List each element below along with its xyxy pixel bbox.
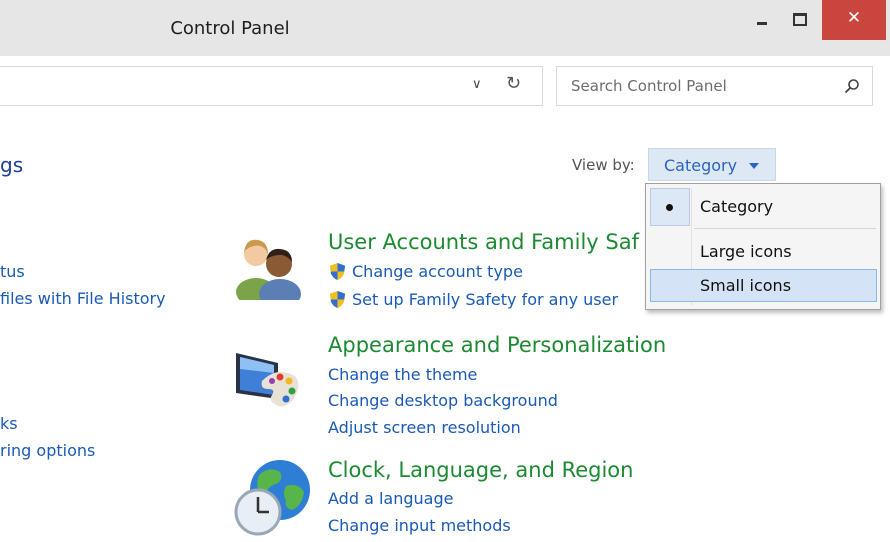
view-by-value: Category <box>664 156 738 175</box>
window-title: Control Panel <box>170 18 290 39</box>
maximize-icon <box>793 13 807 26</box>
left-link-3[interactable]: ks <box>0 414 18 433</box>
refresh-icon[interactable]: ↻ <box>506 73 521 94</box>
search-input[interactable]: Search Control Panel <box>556 66 873 106</box>
minimize-icon <box>757 22 767 25</box>
search-icon[interactable] <box>844 78 860 94</box>
category-title-clock-language[interactable]: Clock, Language, and Region <box>328 458 633 482</box>
menu-item-category[interactable]: Category <box>700 197 773 216</box>
left-link-2[interactable]: files with File History <box>0 289 166 308</box>
left-link-1[interactable]: tus <box>0 262 25 281</box>
view-by-label: View by: <box>572 156 635 174</box>
menu-divider <box>694 228 876 229</box>
link-family-safety[interactable]: Set up Family Safety for any user <box>352 290 618 309</box>
shield-icon <box>329 290 346 309</box>
caret-down-icon <box>749 163 759 169</box>
left-link-4[interactable]: ring options <box>0 441 95 460</box>
close-icon: ✕ <box>846 8 862 28</box>
maximize-button[interactable] <box>780 0 818 42</box>
menu-item-large-icons[interactable]: Large icons <box>700 242 792 261</box>
view-by-select[interactable]: Category <box>648 148 776 181</box>
globe-clock-icon <box>234 460 310 536</box>
monitor-palette-icon <box>236 353 299 407</box>
chevron-down-icon[interactable]: ∨ <box>472 77 482 92</box>
link-adjust-resolution[interactable]: Adjust screen resolution <box>328 418 521 437</box>
search-placeholder: Search Control Panel <box>571 77 727 95</box>
close-button[interactable]: ✕ <box>822 0 886 40</box>
title-bar: Control Panel ✕ <box>0 0 890 56</box>
link-change-account-type[interactable]: Change account type <box>352 262 523 281</box>
bullet-icon <box>666 204 673 211</box>
minimize-button[interactable] <box>744 0 780 42</box>
link-add-language[interactable]: Add a language <box>328 489 453 508</box>
menu-item-small-icons[interactable]: Small icons <box>700 276 791 295</box>
link-change-input-methods[interactable]: Change input methods <box>328 516 511 535</box>
radio-check-indicator <box>650 188 690 226</box>
view-by-dropdown-menu: Category Large icons Small icons <box>645 183 881 310</box>
shield-icon <box>329 262 346 281</box>
category-title-appearance[interactable]: Appearance and Personalization <box>328 333 666 357</box>
link-change-desktop-background[interactable]: Change desktop background <box>328 391 558 410</box>
link-change-theme[interactable]: Change the theme <box>328 365 477 384</box>
address-bar[interactable]: ∨ ↻ <box>0 66 543 106</box>
users-icon <box>236 239 301 300</box>
page-heading-partial: gs <box>0 153 24 177</box>
category-title-user-accounts[interactable]: User Accounts and Family Saf <box>328 230 639 254</box>
